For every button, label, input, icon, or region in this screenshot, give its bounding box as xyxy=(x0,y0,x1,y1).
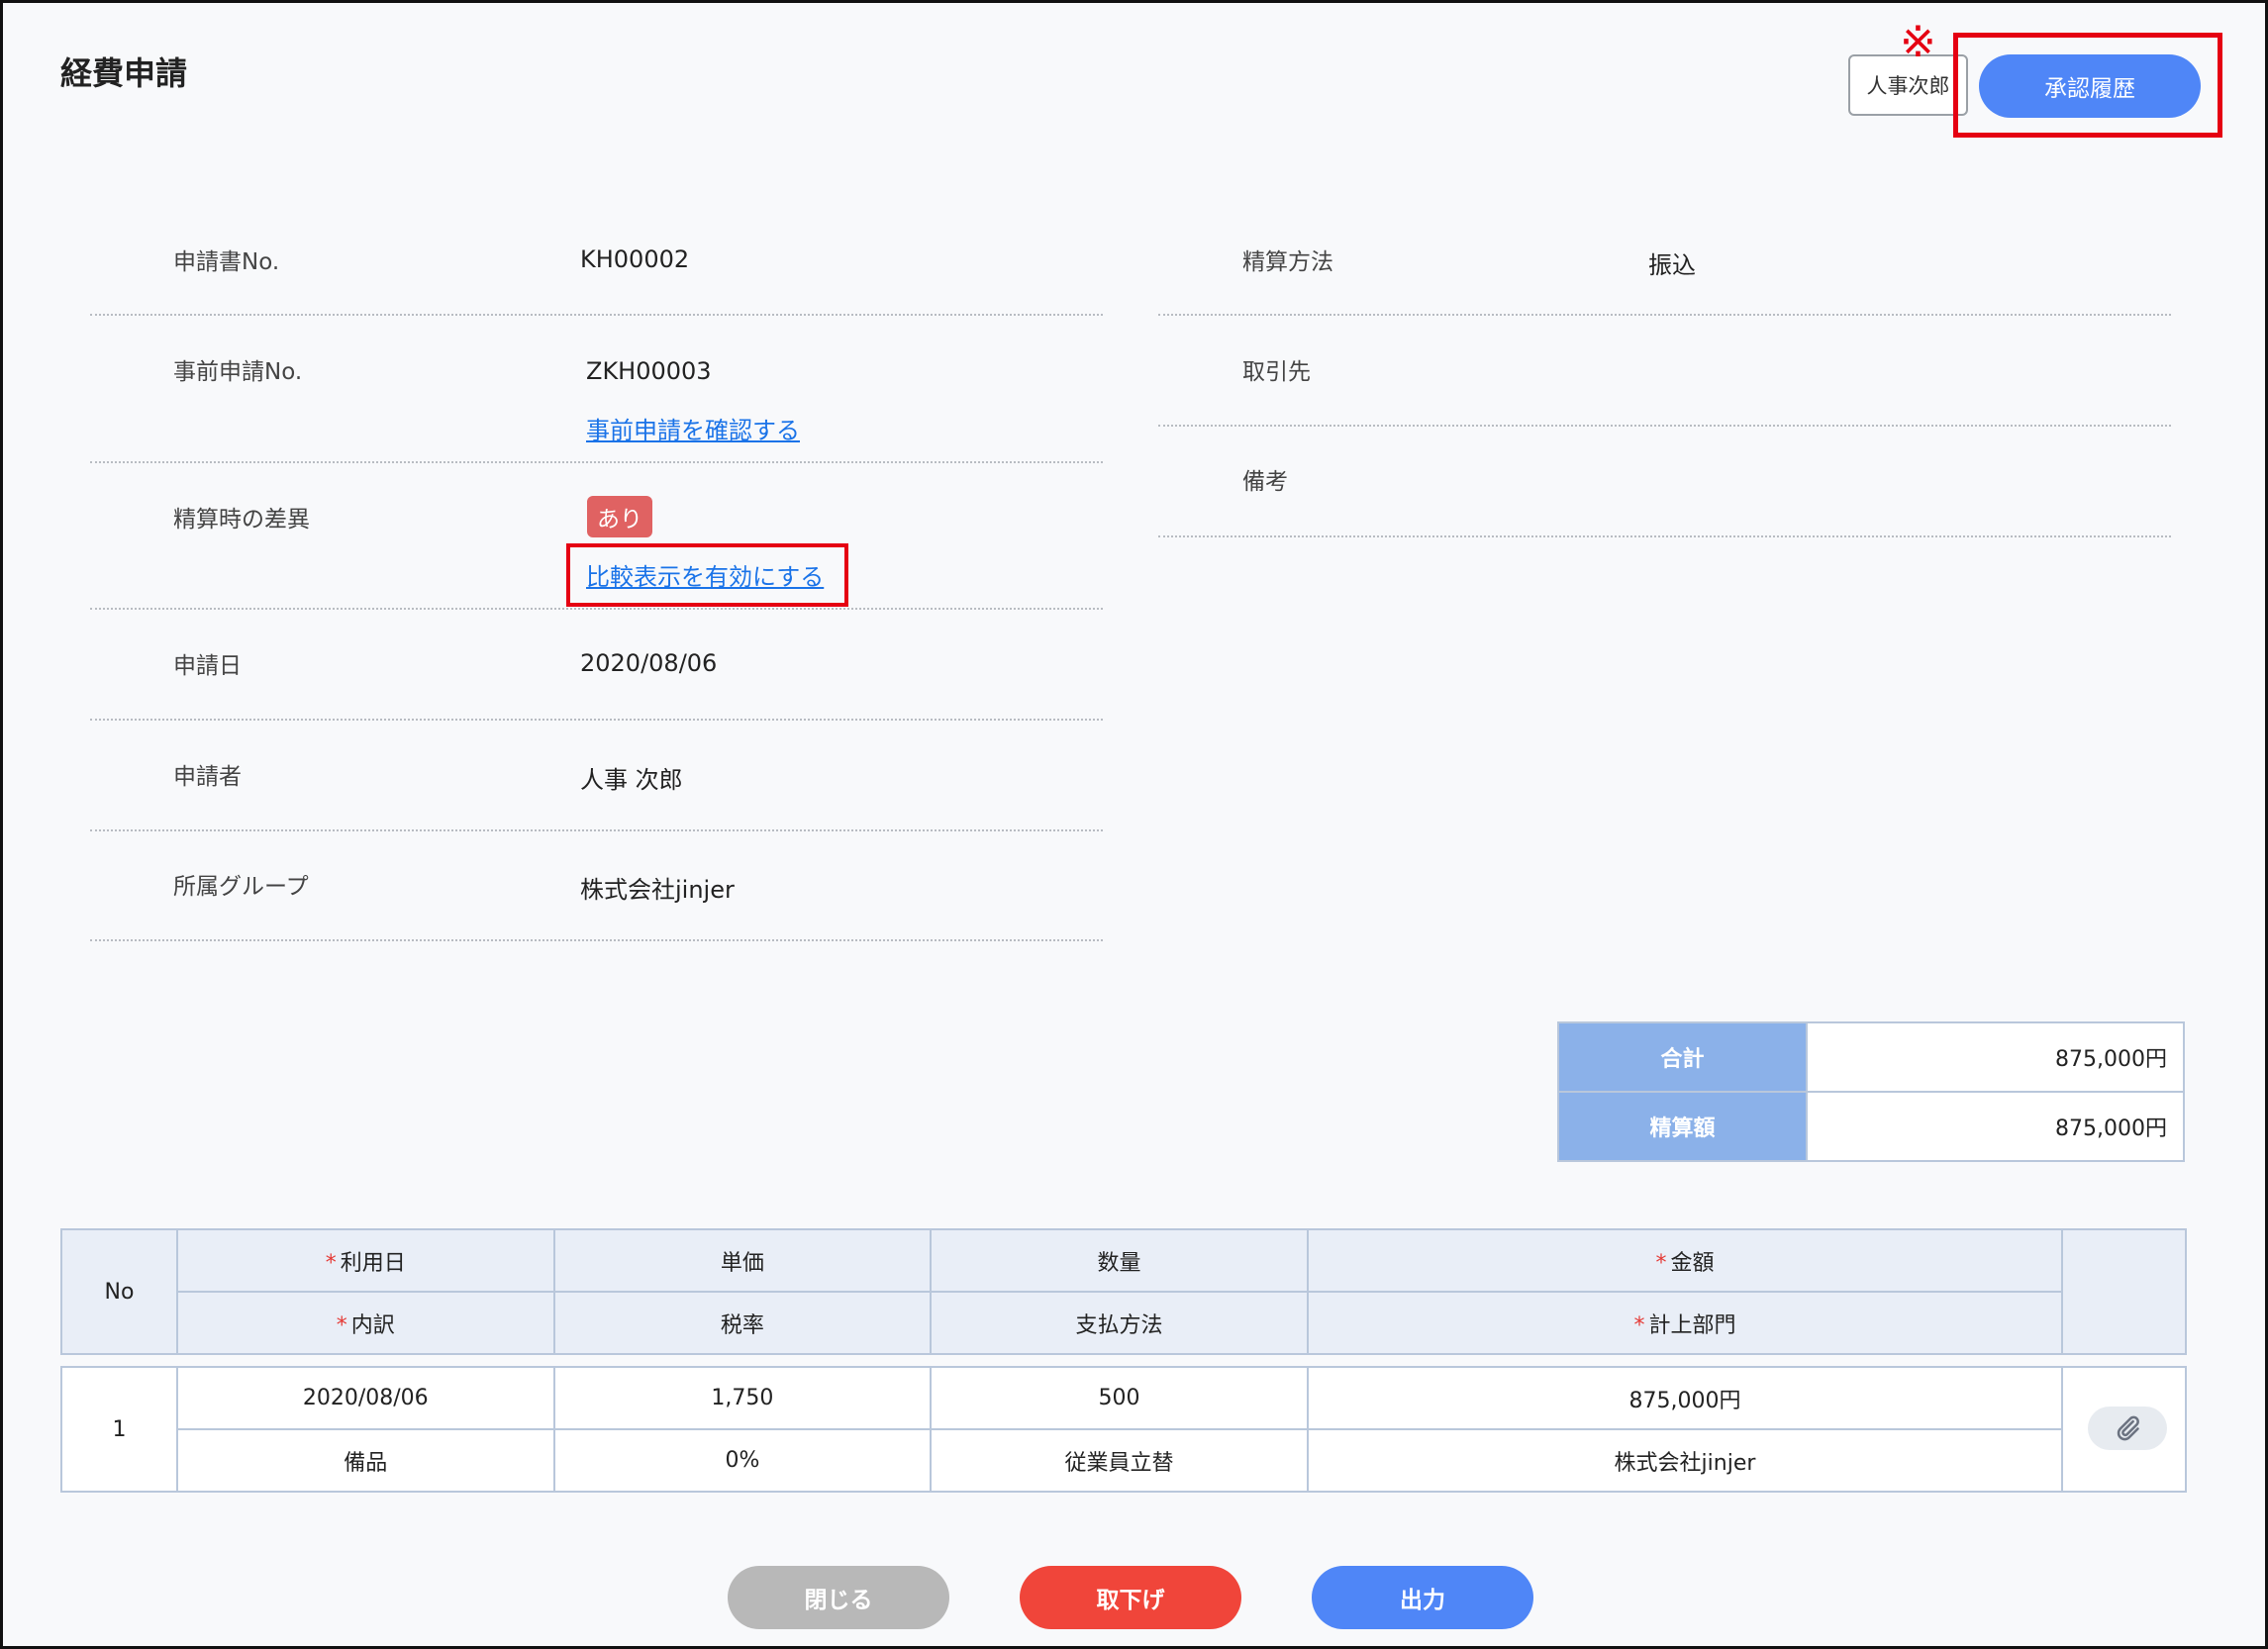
attachment-button[interactable] xyxy=(2088,1406,2167,1450)
divider xyxy=(90,719,1103,721)
summary-total-label: 合計 xyxy=(1557,1021,1808,1093)
annotation-mark: ※ xyxy=(1900,17,1936,67)
header-attachment xyxy=(2061,1228,2187,1355)
header-breakdown: * 内訳 xyxy=(175,1291,555,1355)
close-button[interactable]: 閉じる xyxy=(728,1566,949,1629)
summary-row-settlement: 精算額 875,000円 xyxy=(1557,1091,2185,1162)
header-usage-date: * 利用日 xyxy=(175,1228,555,1293)
required-mark: * xyxy=(336,1312,347,1338)
expense-application-screen: 経費申請 人事次郎 承認履歴 ※ 申請書No. KH00002 事前申請No. … xyxy=(0,0,2268,1649)
field-label-group: 所属グループ xyxy=(173,874,309,900)
detail-table-header: No * 利用日 単価 数量 * 金額 * 内訳 税率 支払方法 * 計上部門 xyxy=(60,1228,2187,1355)
header-row-top: No * 利用日 単価 数量 * 金額 xyxy=(60,1228,2187,1355)
field-label-applicant: 申請者 xyxy=(173,764,242,790)
row-usage-date: 2020/08/06 xyxy=(175,1366,555,1430)
field-label-application-date: 申請日 xyxy=(173,653,242,679)
withdraw-button[interactable]: 取下げ xyxy=(1020,1566,1241,1629)
summary-row-total: 合計 875,000円 xyxy=(1557,1021,2185,1093)
divider xyxy=(90,314,1103,316)
field-label-settlement-difference: 精算時の差異 xyxy=(173,507,310,533)
table-row-sub: 備品 0% 従業員立替 株式会社jinjer xyxy=(61,1428,2186,1493)
divider xyxy=(90,939,1103,941)
field-label-pre-application-no: 事前申請No. xyxy=(173,359,303,385)
field-value-group: 株式会社jinjer xyxy=(580,876,735,904)
field-label-settlement-method: 精算方法 xyxy=(1242,249,1333,275)
header-usage-date-label: 利用日 xyxy=(340,1250,406,1276)
row-no: 1 xyxy=(60,1366,178,1493)
row-department: 株式会社jinjer xyxy=(1306,1428,2064,1493)
divider xyxy=(90,608,1103,610)
header-unit-price: 単価 xyxy=(552,1228,933,1293)
header-quantity: 数量 xyxy=(930,1228,1309,1293)
divider xyxy=(1158,314,2171,316)
required-mark: * xyxy=(1655,1250,1667,1276)
required-mark: * xyxy=(325,1250,337,1276)
page-title: 経費申請 xyxy=(60,54,188,92)
detail-table-body: 1 2020/08/06 1,750 500 875,000円 備品 0% 従業… xyxy=(60,1366,2187,1493)
view-pre-application-link[interactable]: 事前申請を確認する xyxy=(586,411,800,445)
row-tax-rate: 0% xyxy=(552,1428,933,1493)
paperclip-icon xyxy=(2117,1415,2139,1441)
row-unit-price: 1,750 xyxy=(552,1366,933,1430)
divider xyxy=(1158,535,2171,537)
summary-settlement-label: 精算額 xyxy=(1557,1091,1808,1162)
header-department: * 計上部門 xyxy=(1306,1291,2064,1355)
header-row-bottom: * 内訳 税率 支払方法 * 計上部門 xyxy=(61,1291,2186,1355)
row-payment-method: 従業員立替 xyxy=(930,1428,1309,1493)
output-button[interactable]: 出力 xyxy=(1312,1566,1533,1629)
header-no: No xyxy=(60,1228,178,1355)
row-amount: 875,000円 xyxy=(1306,1366,2064,1430)
header-amount: * 金額 xyxy=(1306,1228,2064,1293)
field-value-applicant: 人事 次郎 xyxy=(580,766,683,794)
divider xyxy=(90,829,1103,831)
comparison-highlight-box xyxy=(566,543,848,607)
field-value-application-date: 2020/08/06 xyxy=(580,649,718,677)
header-department-label: 計上部門 xyxy=(1648,1312,1736,1338)
required-mark: * xyxy=(1633,1312,1645,1338)
difference-badge: あり xyxy=(587,496,652,537)
field-label-supplier: 取引先 xyxy=(1242,359,1311,385)
row-quantity: 500 xyxy=(930,1366,1309,1430)
divider xyxy=(90,461,1103,463)
field-value-settlement-method: 振込 xyxy=(1648,251,1696,279)
divider xyxy=(1158,425,2171,427)
header-tax-rate: 税率 xyxy=(552,1291,933,1355)
field-label-application-no: 申請書No. xyxy=(173,249,280,275)
row-breakdown: 備品 xyxy=(175,1428,555,1493)
history-highlight-box xyxy=(1953,33,2222,138)
header-amount-label: 金額 xyxy=(1670,1250,1715,1276)
summary-total-value: 875,000円 xyxy=(1806,1021,2185,1093)
field-value-pre-application-no: ZKH00003 xyxy=(586,357,712,385)
table-row[interactable]: 1 2020/08/06 1,750 500 875,000円 xyxy=(60,1366,2187,1493)
field-value-application-no: KH00002 xyxy=(580,245,690,273)
summary-settlement-value: 875,000円 xyxy=(1806,1091,2185,1162)
header-payment-method: 支払方法 xyxy=(930,1291,1309,1355)
header-breakdown-label: 内訳 xyxy=(350,1312,395,1338)
summary-table: 合計 875,000円 精算額 875,000円 xyxy=(1557,1021,2185,1162)
field-label-remarks: 備考 xyxy=(1242,469,1288,495)
